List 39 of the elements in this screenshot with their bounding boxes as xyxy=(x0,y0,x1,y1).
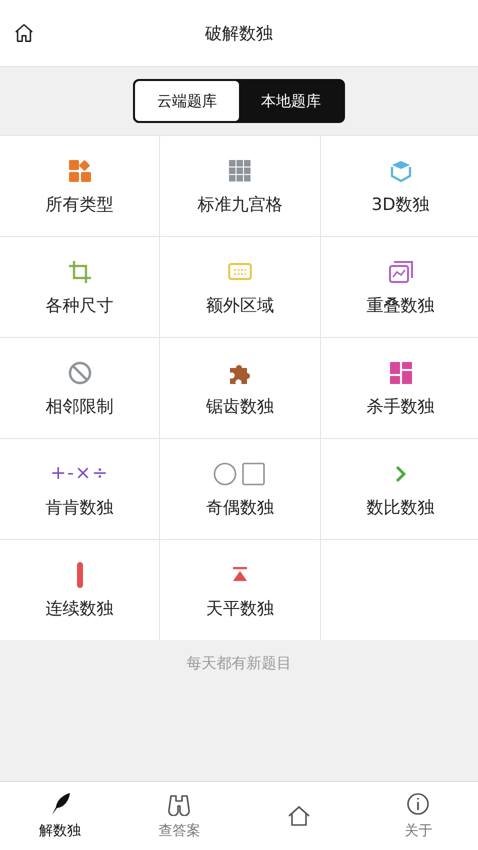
tab-item[interactable]: 关于 xyxy=(358,782,478,850)
type-tile[interactable]: 数比数独 xyxy=(321,439,478,539)
page-title: 破解数独 xyxy=(205,22,273,44)
type-tile[interactable]: 奇偶数独 xyxy=(160,439,320,539)
type-label: 天平数独 xyxy=(206,598,274,620)
tab-item[interactable]: 查答案 xyxy=(120,782,239,850)
info-icon xyxy=(406,792,430,816)
type-tile[interactable]: 标准九宫格 xyxy=(160,136,320,236)
type-label: 所有类型 xyxy=(46,194,114,216)
math-symbols: +-×÷ xyxy=(50,464,109,483)
type-label: 肯肯数独 xyxy=(46,496,114,518)
type-tile[interactable]: 连续数独 xyxy=(0,540,159,640)
type-tile[interactable]: 杀手数独 xyxy=(321,338,478,438)
type-label: 锯齿数独 xyxy=(206,396,274,418)
type-tile[interactable]: 3D数独 xyxy=(321,136,478,236)
type-label: 杀手数独 xyxy=(366,396,434,418)
home-icon xyxy=(286,804,311,828)
home-icon[interactable] xyxy=(13,22,35,44)
type-label: 数比数独 xyxy=(366,496,434,518)
type-label: 奇偶数独 xyxy=(206,496,274,518)
type-label: 标准九宫格 xyxy=(198,194,282,216)
binoculars-icon xyxy=(167,792,192,816)
type-label: 额外区域 xyxy=(206,294,274,316)
type-label: 3D数独 xyxy=(372,194,430,216)
type-tile[interactable]: 各种尺寸 xyxy=(0,237,159,337)
tab-item[interactable]: 解数独 xyxy=(0,782,120,850)
segment-tab[interactable]: 云端题库 xyxy=(135,81,239,121)
type-label: 连续数独 xyxy=(46,598,114,620)
type-tile[interactable]: +-×÷ 肯肯数独 xyxy=(0,439,159,539)
type-tile[interactable]: 天平数独 xyxy=(160,540,320,640)
type-tile[interactable]: 额外区域 xyxy=(160,237,320,337)
type-tile[interactable]: 重叠数独 xyxy=(321,237,478,337)
type-label: 各种尺寸 xyxy=(46,294,114,316)
type-tile[interactable]: 锯齿数独 xyxy=(160,338,320,438)
type-tile[interactable]: 所有类型 xyxy=(0,136,159,236)
type-label: 相邻限制 xyxy=(46,396,114,418)
type-tile[interactable]: 相邻限制 xyxy=(0,338,159,438)
type-label: 重叠数独 xyxy=(366,294,434,316)
footer-note: 每天都有新题目 xyxy=(186,653,292,674)
